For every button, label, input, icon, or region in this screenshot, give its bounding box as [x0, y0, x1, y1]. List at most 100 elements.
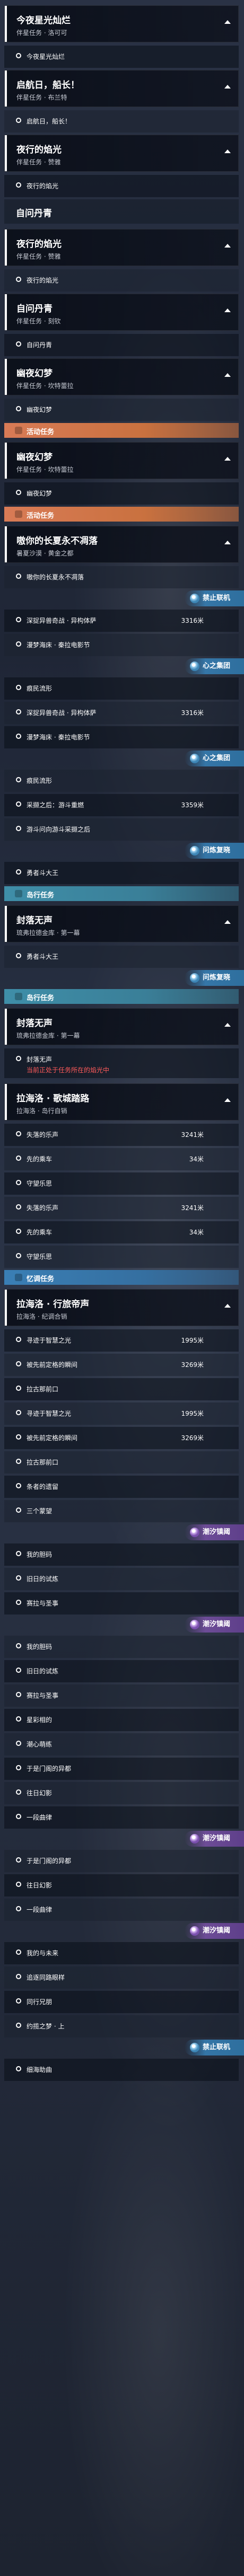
- objective-radio-icon[interactable]: [16, 734, 21, 739]
- objective-radio-icon[interactable]: [16, 1814, 21, 1819]
- objective-row[interactable]: 潮心萌练: [4, 1733, 239, 1755]
- objective-radio-icon[interactable]: [16, 1765, 21, 1770]
- objective-radio-icon[interactable]: [16, 1434, 21, 1440]
- objective-radio-icon[interactable]: [16, 406, 21, 411]
- objective-radio-icon[interactable]: [16, 1131, 21, 1136]
- objective-row[interactable]: 寻迹于智慧之光 1995米: [4, 1329, 239, 1352]
- objective-radio-icon[interactable]: [16, 341, 21, 347]
- objective-radio-icon[interactable]: [16, 1551, 21, 1556]
- objective-row[interactable]: 漫梦海床 · 秦拉电影节: [4, 634, 239, 656]
- objective-row[interactable]: 拉古那前口: [4, 1378, 239, 1400]
- objective-row[interactable]: 被先前定格的瞬间 3269米: [4, 1427, 239, 1449]
- objective-row[interactable]: 痕民流形: [4, 677, 239, 700]
- objective-radio-icon[interactable]: [16, 617, 21, 622]
- objective-radio-icon[interactable]: [16, 1692, 21, 1697]
- objective-row[interactable]: 夜行的焰光: [4, 269, 239, 292]
- objective-radio-icon[interactable]: [16, 1337, 21, 1342]
- objective-radio-icon[interactable]: [16, 1361, 21, 1366]
- objective-row[interactable]: 采撷之后：游斗重燃 3359米: [4, 794, 239, 816]
- objective-row[interactable]: 失落的乐声 3241米: [4, 1197, 239, 1219]
- objective-row[interactable]: 被先前定格的瞬间 3269米: [4, 1354, 239, 1376]
- objective-row[interactable]: 启航日，船长！: [4, 110, 239, 133]
- objective-row[interactable]: 旧日的试炼: [4, 1568, 239, 1590]
- objective-row[interactable]: 今夜星光灿烂: [4, 46, 239, 68]
- objective-row-warning[interactable]: 封落无声 当前正处于任务所在的焰光中: [4, 1048, 239, 1078]
- objective-radio-icon[interactable]: [16, 1668, 21, 1673]
- objective-radio-icon[interactable]: [16, 1507, 21, 1513]
- objective-radio-icon[interactable]: [16, 1998, 21, 2004]
- objective-row[interactable]: 先的乘车 34米: [4, 1221, 239, 1243]
- objective-radio-icon[interactable]: [16, 709, 21, 714]
- objective-radio-icon[interactable]: [16, 685, 21, 690]
- objective-row[interactable]: 三个蒙望: [4, 1500, 239, 1522]
- objective-radio-icon[interactable]: [16, 1949, 21, 1955]
- quest-header[interactable]: 封落无声 琉弗拉德金库 · 第一幕: [4, 905, 239, 942]
- objective-radio-icon[interactable]: [16, 1716, 21, 1722]
- objective-row[interactable]: 自问丹青: [4, 334, 239, 356]
- objective-radio-icon[interactable]: [16, 182, 21, 188]
- objective-row[interactable]: 我的胆码: [4, 1543, 239, 1566]
- objective-row[interactable]: 赛拉与圣事: [4, 1592, 239, 1615]
- objective-radio-icon[interactable]: [16, 801, 21, 807]
- objective-radio-icon[interactable]: [16, 1204, 21, 1210]
- quest-header[interactable]: 夜行的焰光 伴星任务 · 赞雅: [4, 135, 239, 172]
- objective-row[interactable]: 深捉异兽奇战 · 异构体萨 3316米: [4, 610, 239, 632]
- objective-row[interactable]: 嗷你的长夏永不凋落: [4, 566, 239, 588]
- objective-row[interactable]: 条者的遗留: [4, 1476, 239, 1498]
- collapse-caret-icon[interactable]: [224, 20, 231, 24]
- objective-radio-icon[interactable]: [16, 1180, 21, 1185]
- objective-radio-icon[interactable]: [16, 118, 21, 123]
- objective-radio-icon[interactable]: [16, 869, 21, 875]
- objective-row[interactable]: 失落的乐声 3241米: [4, 1124, 239, 1146]
- objective-row[interactable]: 勇者斗大王: [4, 946, 239, 968]
- objective-radio-icon[interactable]: [16, 1600, 21, 1605]
- quest-header[interactable]: 封落无声 琉弗拉德金库 · 第一幕: [4, 1008, 239, 1045]
- quest-header[interactable]: 幽夜幻梦 伴星任务 · 坎特蕾拉: [4, 358, 239, 395]
- quest-header[interactable]: 启航日，船长！ 伴星任务 · 布兰特: [4, 70, 239, 107]
- collapse-caret-icon[interactable]: [224, 457, 231, 461]
- quest-header[interactable]: 自问丹青 伴星任务 · 刻钦: [4, 294, 239, 331]
- collapse-caret-icon[interactable]: [224, 541, 231, 544]
- objective-row[interactable]: 游斗问向游斗采撷之后: [4, 818, 239, 841]
- objective-row[interactable]: 细海助曲: [4, 2059, 239, 2081]
- objective-radio-icon[interactable]: [16, 1155, 21, 1161]
- quest-header[interactable]: 今夜星光灿烂 伴星任务 · 洛可可: [4, 5, 239, 42]
- objective-row[interactable]: 幽夜幻梦: [4, 482, 239, 505]
- objective-row[interactable]: 痕民流形: [4, 770, 239, 792]
- objective-radio-icon[interactable]: [16, 1229, 21, 1234]
- collapse-caret-icon[interactable]: [224, 920, 231, 924]
- objective-radio-icon[interactable]: [16, 1459, 21, 1464]
- objective-radio-icon[interactable]: [16, 1857, 21, 1863]
- objective-row[interactable]: 夜行的焰光: [4, 175, 239, 197]
- objective-radio-icon[interactable]: [16, 2066, 21, 2071]
- collapse-caret-icon[interactable]: [224, 1098, 231, 1102]
- objective-radio-icon[interactable]: [16, 1643, 21, 1648]
- objective-row[interactable]: 漫梦海床 · 秦拉电影节: [4, 726, 239, 748]
- objective-radio-icon[interactable]: [16, 641, 21, 647]
- collapse-caret-icon[interactable]: [224, 308, 231, 312]
- objective-row[interactable]: 我的与未来: [4, 1942, 239, 1964]
- objective-row[interactable]: 于是门阁的异都: [4, 1758, 239, 1780]
- objective-radio-icon[interactable]: [16, 1741, 21, 1746]
- collapse-caret-icon[interactable]: [224, 244, 231, 248]
- objective-row[interactable]: 寻迹于智慧之光 1995米: [4, 1402, 239, 1425]
- objective-row[interactable]: 幽夜幻梦: [4, 399, 239, 421]
- objective-row[interactable]: 一段曲律: [4, 1806, 239, 1829]
- objective-radio-icon[interactable]: [16, 53, 21, 58]
- objective-radio-icon[interactable]: [16, 1056, 21, 1061]
- objective-radio-icon[interactable]: [16, 826, 21, 831]
- objective-row[interactable]: 往日幻影: [4, 1874, 239, 1896]
- objective-radio-icon[interactable]: [16, 1789, 21, 1795]
- objective-row[interactable]: 我的胆码: [4, 1636, 239, 1658]
- collapse-caret-icon[interactable]: [224, 85, 231, 89]
- objective-radio-icon[interactable]: [16, 1882, 21, 1887]
- quest-header[interactable]: 拉海洛 · 歌城踏路 拉海洛 · 岛行自销: [4, 1083, 239, 1121]
- objective-row[interactable]: 先的乘车 34米: [4, 1148, 239, 1170]
- objective-radio-icon[interactable]: [16, 777, 21, 782]
- objective-radio-icon[interactable]: [16, 1906, 21, 1911]
- objective-row[interactable]: 于是门阁的异都: [4, 1850, 239, 1872]
- objective-radio-icon[interactable]: [16, 1410, 21, 1415]
- objective-row[interactable]: 往日幻影: [4, 1782, 239, 1804]
- quest-header[interactable]: 嗷你的长夏永不凋落 暑夏沙漠 · 黄金之都: [4, 526, 239, 563]
- objective-row[interactable]: 追逐同路眼样: [4, 1966, 239, 1989]
